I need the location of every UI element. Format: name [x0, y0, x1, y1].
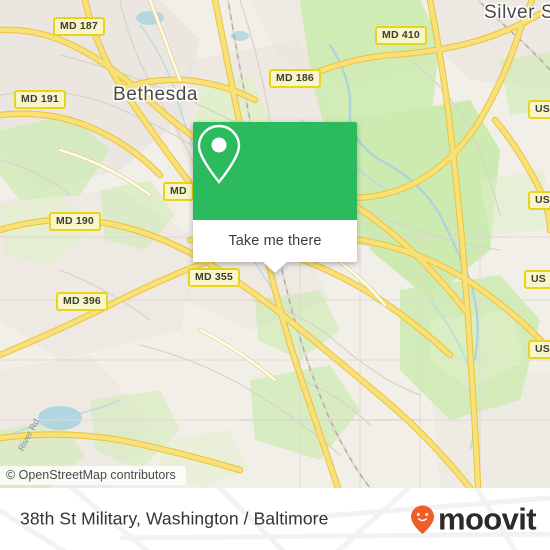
take-me-there-button[interactable]: Take me there [193, 220, 357, 262]
map-attribution[interactable]: © OpenStreetMap contributors [0, 466, 186, 485]
bottom-bar: 38th St Military, Washington / Baltimore… [0, 488, 550, 550]
moovit-pin-icon [410, 505, 434, 534]
road-shield[interactable]: MD 186 [269, 69, 321, 88]
place-label-bethesda: Bethesda [113, 84, 199, 105]
road-shield[interactable]: US [528, 100, 550, 119]
road-shield[interactable]: MD 191 [14, 90, 66, 109]
moovit-wordmark: moovit [437, 501, 537, 537]
road-shield[interactable]: MD 355 [188, 268, 240, 287]
place-label-silver-spring: Silver S [484, 2, 550, 23]
popup-tail [263, 262, 287, 273]
road-shield[interactable]: US [528, 191, 550, 210]
moovit-map-screen: .pk{fill:#cdebb0} .pk2{fill:#dff0c8} .wd… [0, 0, 550, 550]
road-shield[interactable]: US [524, 270, 550, 289]
road-shield[interactable]: US [528, 340, 550, 359]
take-me-there-label: Take me there [228, 233, 322, 249]
road-shield[interactable]: MD 187 [53, 17, 105, 36]
moovit-logo[interactable]: moovit [409, 501, 537, 537]
road-shield[interactable]: MD 396 [56, 292, 108, 311]
popup-header [193, 122, 357, 220]
road-shield[interactable]: MD 190 [49, 212, 101, 231]
map-pin-icon [197, 124, 241, 184]
map-canvas[interactable]: .pk{fill:#cdebb0} .pk2{fill:#dff0c8} .wd… [0, 0, 550, 488]
location-title: 38th St Military, Washington / Baltimore [20, 508, 329, 529]
map-popup-card[interactable]: Take me there [193, 122, 357, 273]
road-shield[interactable]: MD 410 [375, 26, 427, 45]
road-shield[interactable]: MD [163, 182, 194, 201]
